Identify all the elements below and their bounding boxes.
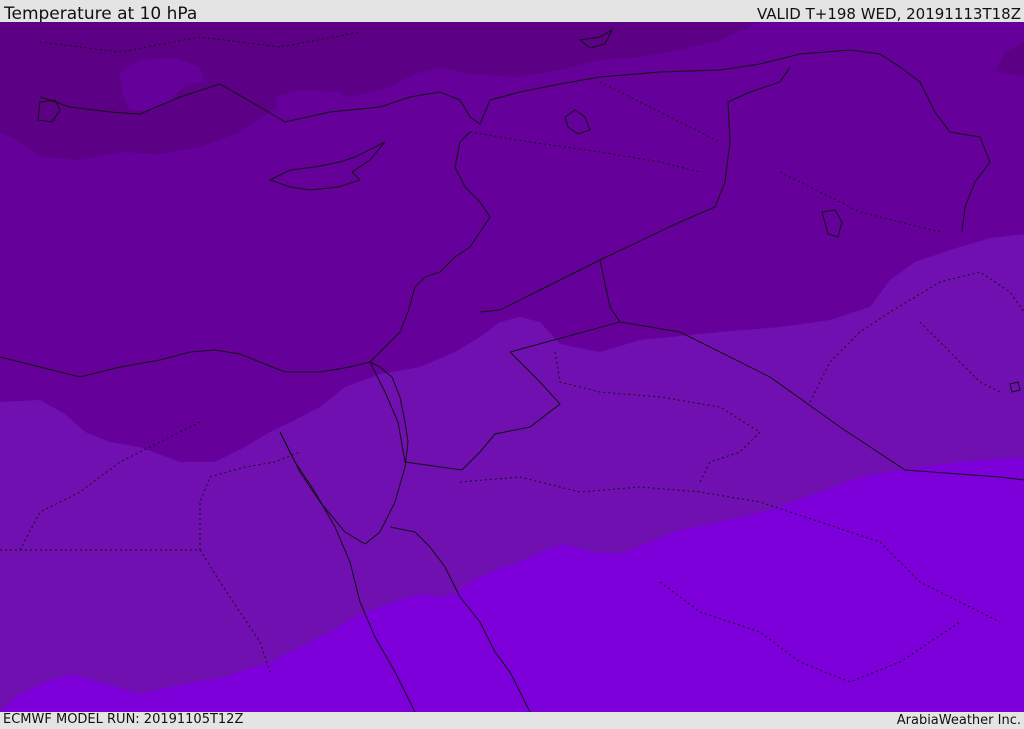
header-bar: Temperature at 10 hPa VALID T+198 WED, 2… — [0, 0, 1024, 24]
weather-map-frame: Temperature at 10 hPa VALID T+198 WED, 2… — [0, 0, 1024, 729]
map-title: Temperature at 10 hPa — [4, 4, 198, 24]
credit-label: ArabiaWeather Inc. — [896, 713, 1021, 728]
temperature-map[interactable] — [0, 22, 1024, 712]
model-run-label: ECMWF MODEL RUN: 20191105T12Z — [3, 712, 244, 727]
valid-time: VALID T+198 WED, 20191113T18Z — [756, 5, 1021, 23]
footer-bar: ECMWF MODEL RUN: 20191105T12Z ArabiaWeat… — [0, 712, 1024, 729]
map-svg — [0, 22, 1024, 712]
